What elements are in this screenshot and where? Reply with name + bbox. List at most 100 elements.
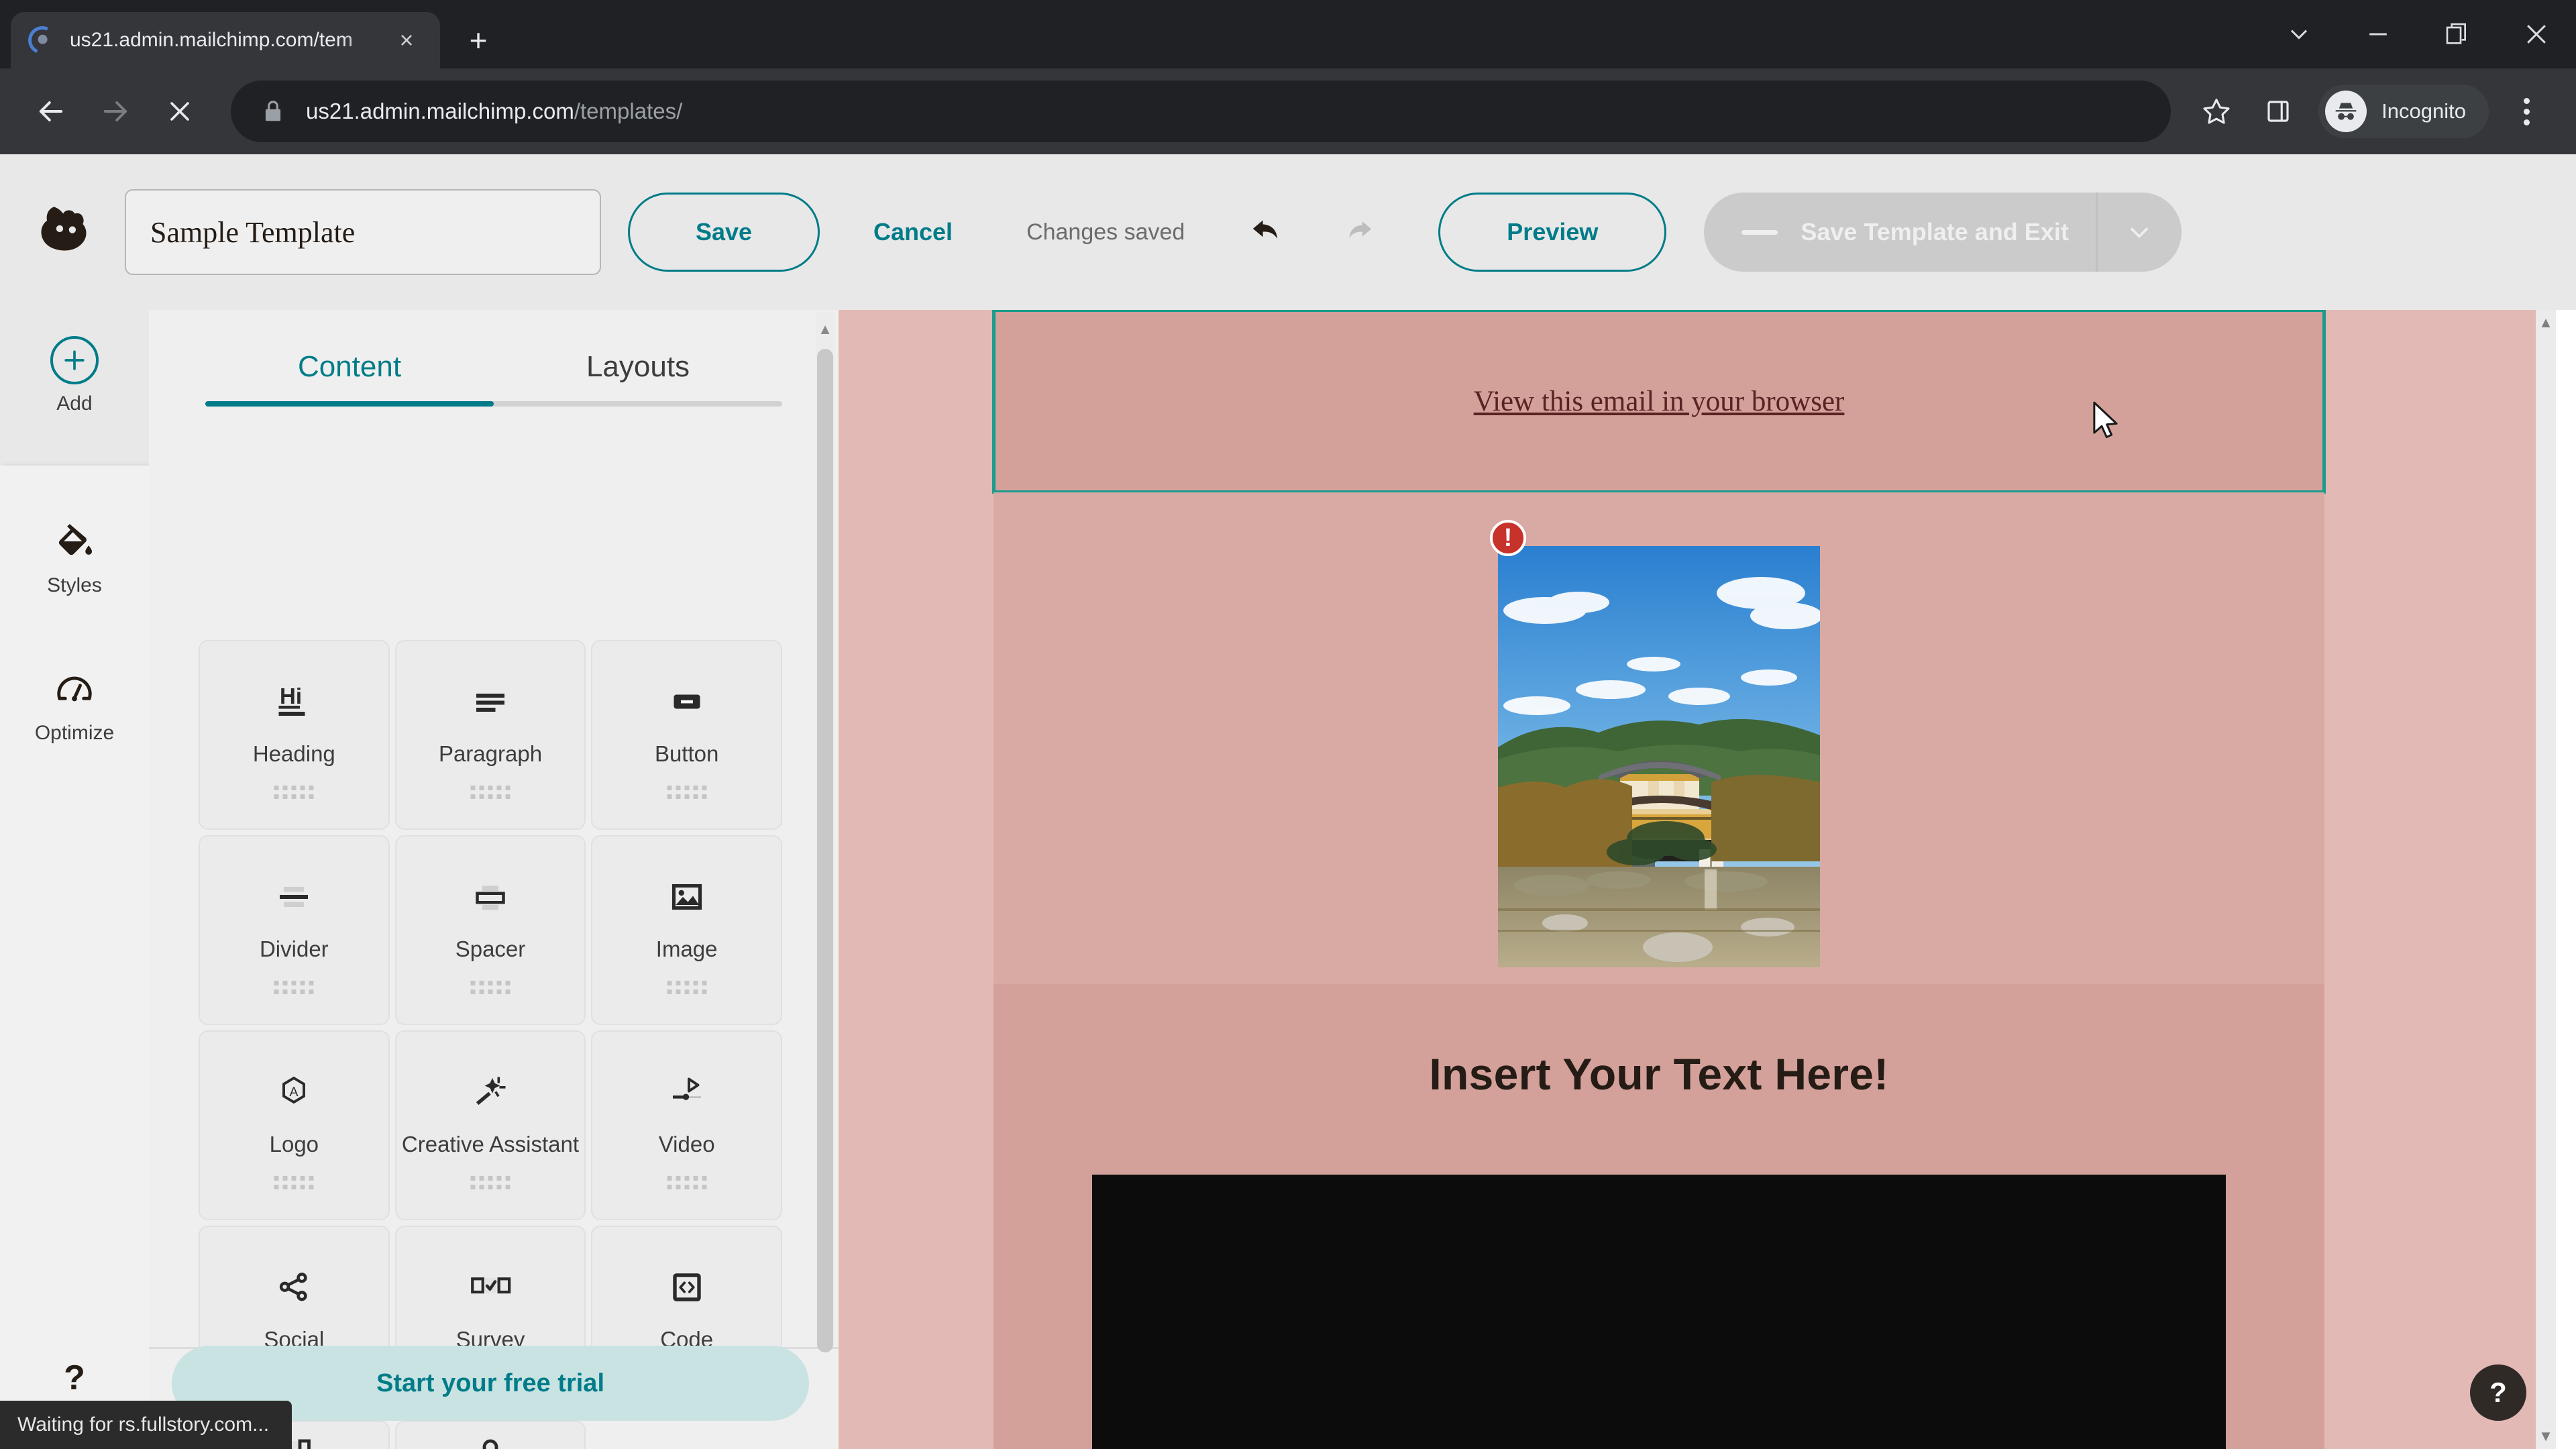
panel-tab-indicator xyxy=(205,401,494,407)
browser-menu-icon[interactable] xyxy=(2496,97,2557,125)
browser-tab[interactable]: us21.admin.mailchimp.com/tem × xyxy=(11,12,440,68)
drag-grip-icon[interactable] xyxy=(667,981,707,994)
drag-grip-icon[interactable] xyxy=(667,786,707,799)
drag-grip-icon[interactable] xyxy=(470,1176,511,1189)
rail-add-button[interactable]: Add xyxy=(0,310,149,441)
lock-icon xyxy=(260,99,286,124)
drag-grip-icon[interactable] xyxy=(274,786,314,799)
code-brackets-icon xyxy=(663,1256,711,1318)
redo-icon[interactable] xyxy=(1330,203,1387,261)
text-block[interactable]: Insert Your Text Here! xyxy=(994,984,2324,1449)
save-button[interactable]: Save xyxy=(628,193,820,272)
block-creative-assistant[interactable]: Creative Assistant xyxy=(394,1030,586,1220)
plus-circle-icon xyxy=(50,336,99,384)
help-button[interactable]: ? xyxy=(0,1358,149,1398)
loading-dash-icon xyxy=(1741,229,1778,235)
side-panel-icon[interactable] xyxy=(2247,80,2309,142)
new-tab-button[interactable]: + xyxy=(455,17,502,64)
template-name-input[interactable]: Sample Template xyxy=(125,189,601,275)
video-play-icon xyxy=(663,1061,711,1123)
block-label: Divider xyxy=(259,936,329,961)
back-button[interactable] xyxy=(19,79,83,144)
email-heading: Insert Your Text Here! xyxy=(1429,1049,1889,1099)
divider-icon xyxy=(270,866,318,928)
block-label: Button xyxy=(654,741,719,766)
loading-spinner-favicon-icon xyxy=(24,22,60,58)
block-product[interactable] xyxy=(394,1421,586,1449)
undo-icon[interactable] xyxy=(1238,203,1296,261)
save-template-and-exit-label: Save Template and Exit xyxy=(1801,218,2069,246)
dark-content-block[interactable] xyxy=(1092,1175,2226,1449)
stop-loading-button[interactable] xyxy=(148,79,212,144)
mailchimp-editor-toolbar: Sample Template Save Cancel Changes save… xyxy=(0,154,2576,310)
canvas-scrollbar[interactable]: ▲ ▼ xyxy=(2536,310,2556,1449)
spacer-icon xyxy=(466,866,515,928)
mouse-cursor xyxy=(2093,401,2118,439)
tab-search-chevron-down-icon[interactable] xyxy=(2259,0,2339,68)
preheader-block[interactable]: View this email in your browser xyxy=(992,310,2326,494)
block-divider[interactable]: Divider xyxy=(199,835,390,1025)
profile-label: Incognito xyxy=(2381,99,2466,123)
profile-incognito-button[interactable]: Incognito xyxy=(2318,85,2489,138)
panel-scrollbar-thumb[interactable] xyxy=(817,349,833,1352)
cancel-button[interactable]: Cancel xyxy=(849,193,977,272)
email-body: View this email in your browser ! Insert… xyxy=(992,310,2326,1449)
block-paragraph[interactable]: Paragraph xyxy=(394,640,586,830)
preview-button[interactable]: Preview xyxy=(1438,193,1667,272)
drag-grip-icon[interactable] xyxy=(667,1176,707,1189)
bookmark-star-icon[interactable] xyxy=(2186,80,2247,142)
email-image[interactable] xyxy=(1498,546,1820,967)
window-controls xyxy=(2259,0,2576,68)
block-label: Creative Assistant xyxy=(401,1132,580,1157)
canvas-scroll-down-icon[interactable]: ▼ xyxy=(2536,1428,2556,1445)
canvas-scroll-up-icon[interactable]: ▲ xyxy=(2536,314,2556,331)
restore-icon[interactable] xyxy=(2418,0,2497,68)
drag-grip-icon[interactable] xyxy=(470,786,511,799)
rail-item-optimize[interactable]: Optimize xyxy=(0,668,149,745)
tab-content[interactable]: Content xyxy=(205,350,494,401)
block-image[interactable]: Image xyxy=(591,835,782,1025)
save-template-and-exit-group[interactable]: Save Template and Exit xyxy=(1704,193,2182,272)
url-host: us21.admin.mailchimp.com xyxy=(306,99,574,123)
block-label: Heading xyxy=(252,741,335,766)
block-video[interactable]: Video xyxy=(591,1030,782,1220)
page-viewport: Sample Template Save Cancel Changes save… xyxy=(0,154,2576,1449)
view-in-browser-link[interactable]: View this email in your browser xyxy=(1474,385,1845,418)
block-heading[interactable]: Hi Heading xyxy=(199,640,390,830)
svg-text:A: A xyxy=(290,1085,299,1099)
rail-item-label: Optimize xyxy=(34,722,115,744)
share-icon xyxy=(270,1256,318,1318)
help-fab-button[interactable]: ? xyxy=(2470,1364,2526,1421)
drag-grip-icon[interactable] xyxy=(274,1176,314,1189)
image-icon xyxy=(663,866,711,928)
address-bar-url: us21.admin.mailchimp.com/templates/ xyxy=(306,99,682,124)
drag-grip-icon[interactable] xyxy=(274,981,314,994)
minimize-icon[interactable] xyxy=(2339,0,2418,68)
heading-hi-icon: Hi xyxy=(270,671,318,733)
block-button[interactable]: Button xyxy=(591,640,782,830)
panel-scroll-up-icon[interactable]: ▲ xyxy=(817,321,833,338)
block-logo[interactable]: A Logo xyxy=(199,1030,390,1220)
browser-status-bubble: Waiting for rs.fullstory.com... xyxy=(0,1401,292,1449)
forward-button[interactable] xyxy=(83,79,148,144)
drag-grip-icon[interactable] xyxy=(470,981,511,994)
close-window-icon[interactable] xyxy=(2497,0,2576,68)
block-label: Spacer xyxy=(455,936,526,961)
rail-item-styles[interactable]: Styles xyxy=(0,521,149,597)
image-error-badge[interactable]: ! xyxy=(1490,520,1526,556)
close-icon[interactable]: × xyxy=(390,28,423,52)
email-canvas: View this email in your browser ! Insert… xyxy=(839,310,2556,1449)
mailchimp-logo-icon[interactable] xyxy=(31,195,105,269)
browser-tab-title: us21.admin.mailchimp.com/tem xyxy=(70,29,353,51)
survey-checkbox-icon xyxy=(465,1256,516,1318)
save-template-and-exit-button[interactable]: Save Template and Exit xyxy=(1704,193,2095,272)
image-block[interactable]: ! xyxy=(994,492,2324,984)
tab-layouts[interactable]: Layouts xyxy=(494,350,782,401)
chevron-down-icon[interactable] xyxy=(2095,193,2182,272)
block-spacer[interactable]: Spacer xyxy=(394,835,586,1025)
rail-add-label: Add xyxy=(56,392,93,415)
incognito-avatar-icon xyxy=(2325,91,2367,132)
address-bar[interactable]: us21.admin.mailchimp.com/templates/ xyxy=(231,80,2171,142)
block-label: Logo xyxy=(269,1132,319,1157)
logo-hexagon-icon: A xyxy=(270,1061,318,1123)
